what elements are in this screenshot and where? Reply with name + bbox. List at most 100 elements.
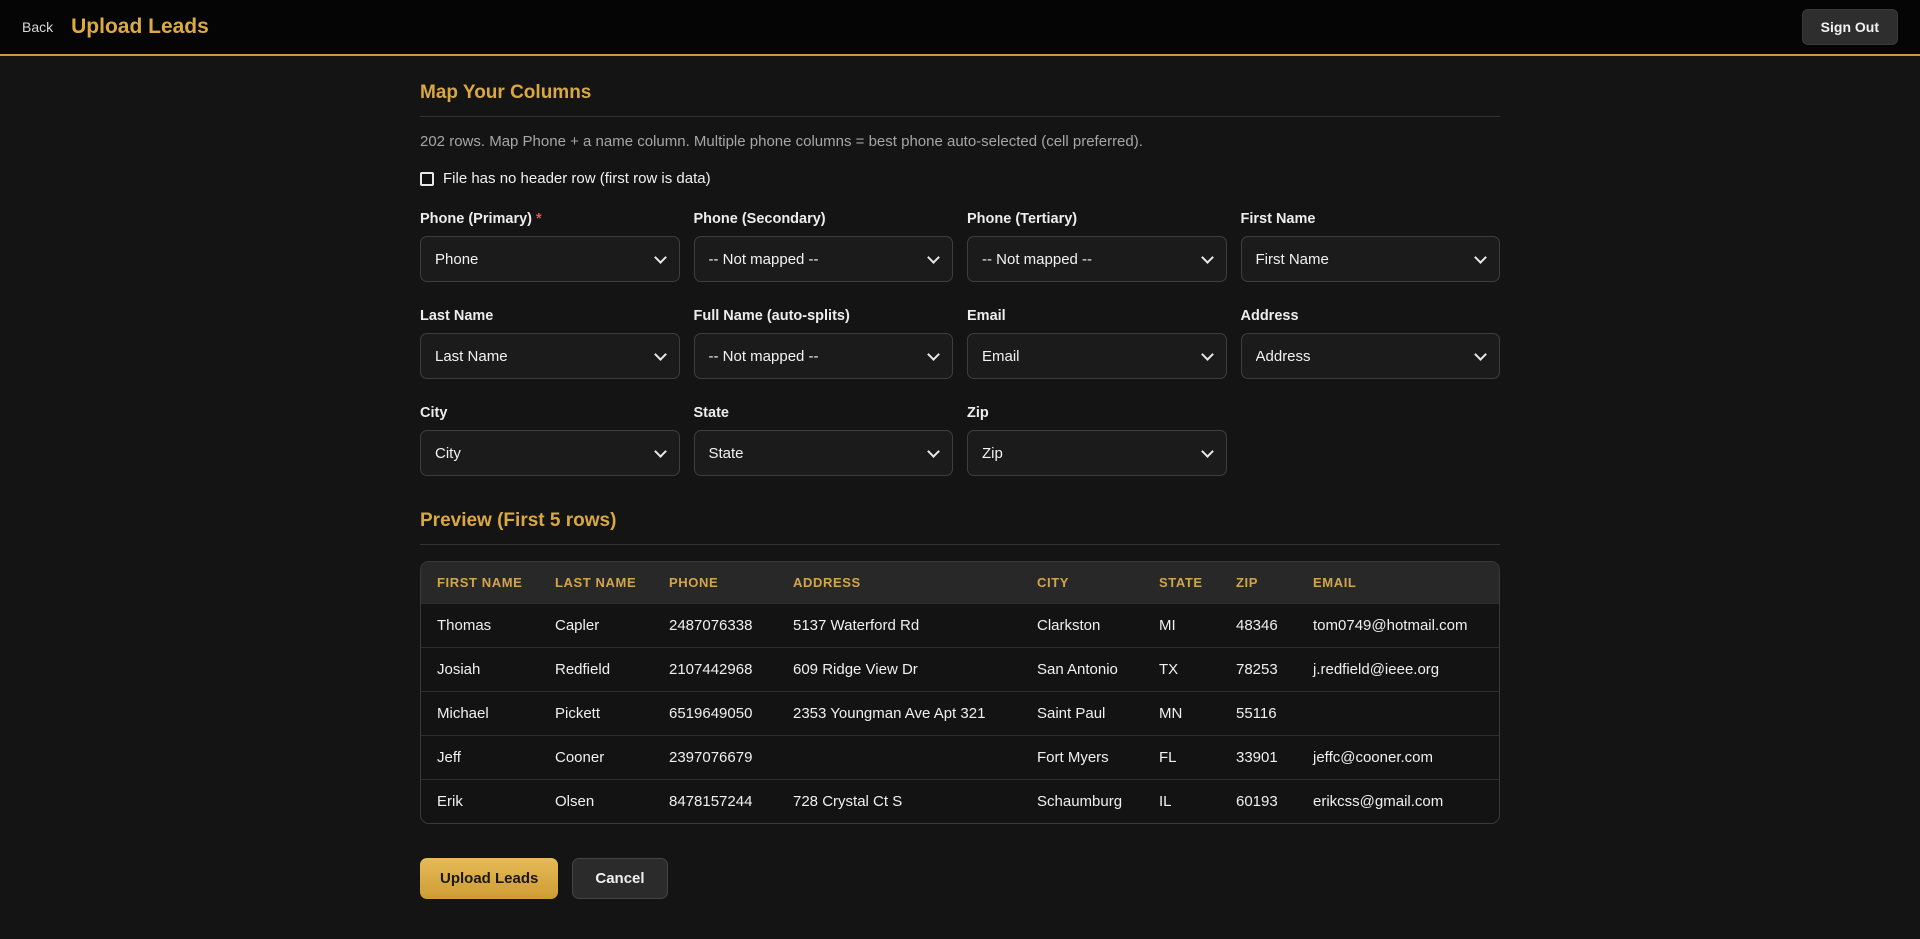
sign-out-button[interactable]: Sign Out	[1801, 9, 1898, 45]
state-select[interactable]: State	[693, 430, 953, 476]
field-address: Address Address	[1240, 308, 1500, 379]
cell-state: FL	[1143, 735, 1220, 780]
cell-first-name: Jeff	[421, 735, 539, 780]
cell-last-name: Redfield	[539, 647, 653, 692]
cell-state: MI	[1143, 603, 1220, 648]
zip-select[interactable]: Zip	[967, 430, 1227, 476]
cell-city: Clarkston	[1021, 603, 1143, 648]
last-name-select[interactable]: Last Name	[420, 333, 680, 379]
no-header-checkbox-label: File has no header row (first row is dat…	[443, 170, 711, 187]
phone-tertiary-select[interactable]: -- Not mapped --	[967, 236, 1227, 282]
field-label: Phone (Tertiary)	[967, 211, 1078, 227]
cell-address: 5137 Waterford Rd	[777, 603, 1021, 648]
cell-phone: 2107442968	[653, 647, 777, 692]
no-header-row-option[interactable]: File has no header row (first row is dat…	[420, 170, 1500, 187]
column-header-first-name: First Name	[421, 562, 539, 604]
field-last-name: Last Name Last Name	[420, 308, 680, 379]
phone-secondary-select[interactable]: -- Not mapped --	[693, 236, 953, 282]
cell-first-name: Erik	[421, 779, 539, 823]
address-select[interactable]: Address	[1240, 333, 1500, 379]
select-wrap: Last Name	[420, 333, 680, 379]
select-wrap: Address	[1240, 333, 1500, 379]
cell-last-name: Olsen	[539, 779, 653, 823]
cell-first-name: Josiah	[421, 647, 539, 692]
top-bar: Back Upload Leads Sign Out	[0, 0, 1920, 56]
table-row: Jeff Cooner 2397076679 Fort Myers FL 33901 jef…	[421, 735, 1499, 780]
cell-city: Schaumburg	[1021, 779, 1143, 823]
column-header-email: Email	[1297, 562, 1499, 604]
cell-last-name: Capler	[539, 603, 653, 648]
table-body: Thomas Capler 2487076338 5137 Waterford Rd C…	[421, 603, 1499, 823]
select-wrap: City	[420, 430, 680, 476]
field-label: Address	[1240, 308, 1299, 324]
column-header-phone: Phone	[653, 562, 777, 604]
table-row: Erik Olsen 8478157244 728 Crystal Ct S Schau…	[421, 779, 1499, 823]
cell-state: TX	[1143, 647, 1220, 692]
field-label: Last Name	[420, 308, 494, 324]
cell-phone: 2487076338	[653, 603, 777, 648]
cell-email: jeffc@cooner.com	[1297, 735, 1499, 780]
cell-state: IL	[1143, 779, 1220, 823]
field-city: City City	[420, 405, 680, 476]
cell-zip: 48346	[1220, 603, 1297, 648]
field-phone-secondary: Phone (Secondary) -- Not mapped --	[693, 211, 953, 282]
field-label: Zip	[967, 405, 989, 421]
cell-address: 2353 Youngman Ave Apt 321	[777, 691, 1021, 736]
field-full-name-auto-splits: Full Name (auto-splits) -- Not mapped --	[693, 308, 953, 379]
field-phone-tertiary: Phone (Tertiary) -- Not mapped --	[967, 211, 1227, 282]
cell-state: MN	[1143, 691, 1220, 736]
select-wrap: State	[693, 430, 953, 476]
select-wrap: Phone	[420, 236, 680, 282]
cell-first-name: Michael	[421, 691, 539, 736]
column-header-address: Address	[777, 562, 1021, 604]
field-first-name: First Name First Name	[1240, 211, 1500, 282]
email-select[interactable]: Email	[967, 333, 1227, 379]
preview-heading: Preview (First 5 rows)	[420, 510, 1500, 545]
full-name-auto-splits-select[interactable]: -- Not mapped --	[693, 333, 953, 379]
select-wrap: -- Not mapped --	[693, 236, 953, 282]
preview-table: First Name Last Name Phone Address City State…	[421, 562, 1499, 823]
cell-address: 728 Crystal Ct S	[777, 779, 1021, 823]
phone-primary-select[interactable]: Phone	[420, 236, 680, 282]
cell-email: j.redfield@ieee.org	[1297, 647, 1499, 692]
back-link[interactable]: Back	[22, 19, 53, 35]
no-header-checkbox[interactable]	[420, 171, 434, 186]
select-wrap: -- Not mapped --	[693, 333, 953, 379]
main-content: Map Your Columns 202 rows. Map Phone + a…	[0, 56, 1920, 939]
mapping-subtext: 202 rows. Map Phone + a name column. Mul…	[420, 133, 1143, 150]
cancel-button[interactable]: Cancel	[572, 858, 668, 899]
column-header-state: State	[1143, 562, 1220, 604]
upload-leads-button[interactable]: Upload Leads	[420, 858, 559, 899]
cell-last-name: Cooner	[539, 735, 653, 780]
cell-email	[1297, 691, 1499, 736]
table-header-row: First Name Last Name Phone Address City State…	[421, 562, 1499, 604]
table-row: Thomas Capler 2487076338 5137 Waterford Rd C…	[421, 603, 1499, 648]
field-state: State State	[693, 405, 953, 476]
cell-email: tom0749@hotmail.com	[1297, 603, 1499, 648]
cell-address	[777, 735, 1021, 780]
cell-email: erikcss@gmail.com	[1297, 779, 1499, 823]
page-title: Upload Leads	[71, 15, 209, 38]
column-header-city: City	[1021, 562, 1143, 604]
city-select[interactable]: City	[420, 430, 680, 476]
table-row: Josiah Redfield 2107442968 609 Ridge View D…	[421, 647, 1499, 692]
cell-address: 609 Ridge View Dr	[777, 647, 1021, 692]
cell-city: Fort Myers	[1021, 735, 1143, 780]
form-actions: Upload Leads Cancel	[420, 858, 1500, 899]
required-indicator: *	[536, 211, 542, 227]
preview-table-card: First Name Last Name Phone Address City State…	[420, 561, 1500, 824]
cell-zip: 78253	[1220, 647, 1297, 692]
mapping-section: Map Your Columns 202 rows. Map Phone + a…	[420, 82, 1500, 476]
field-label: State	[693, 405, 729, 421]
cell-zip: 60193	[1220, 779, 1297, 823]
field-label: Full Name (auto-splits)	[693, 308, 850, 324]
select-wrap: Email	[967, 333, 1227, 379]
first-name-select[interactable]: First Name	[1240, 236, 1500, 282]
field-label: First Name	[1240, 211, 1316, 227]
field-phone-primary: Phone (Primary) * Phone	[420, 211, 680, 282]
preview-section: Preview (First 5 rows) First Name Last Na…	[420, 510, 1500, 824]
cell-phone: 2397076679	[653, 735, 777, 780]
cell-zip: 55116	[1220, 691, 1297, 736]
column-header-zip: Zip	[1220, 562, 1297, 604]
field-zip: Zip Zip	[967, 405, 1227, 476]
